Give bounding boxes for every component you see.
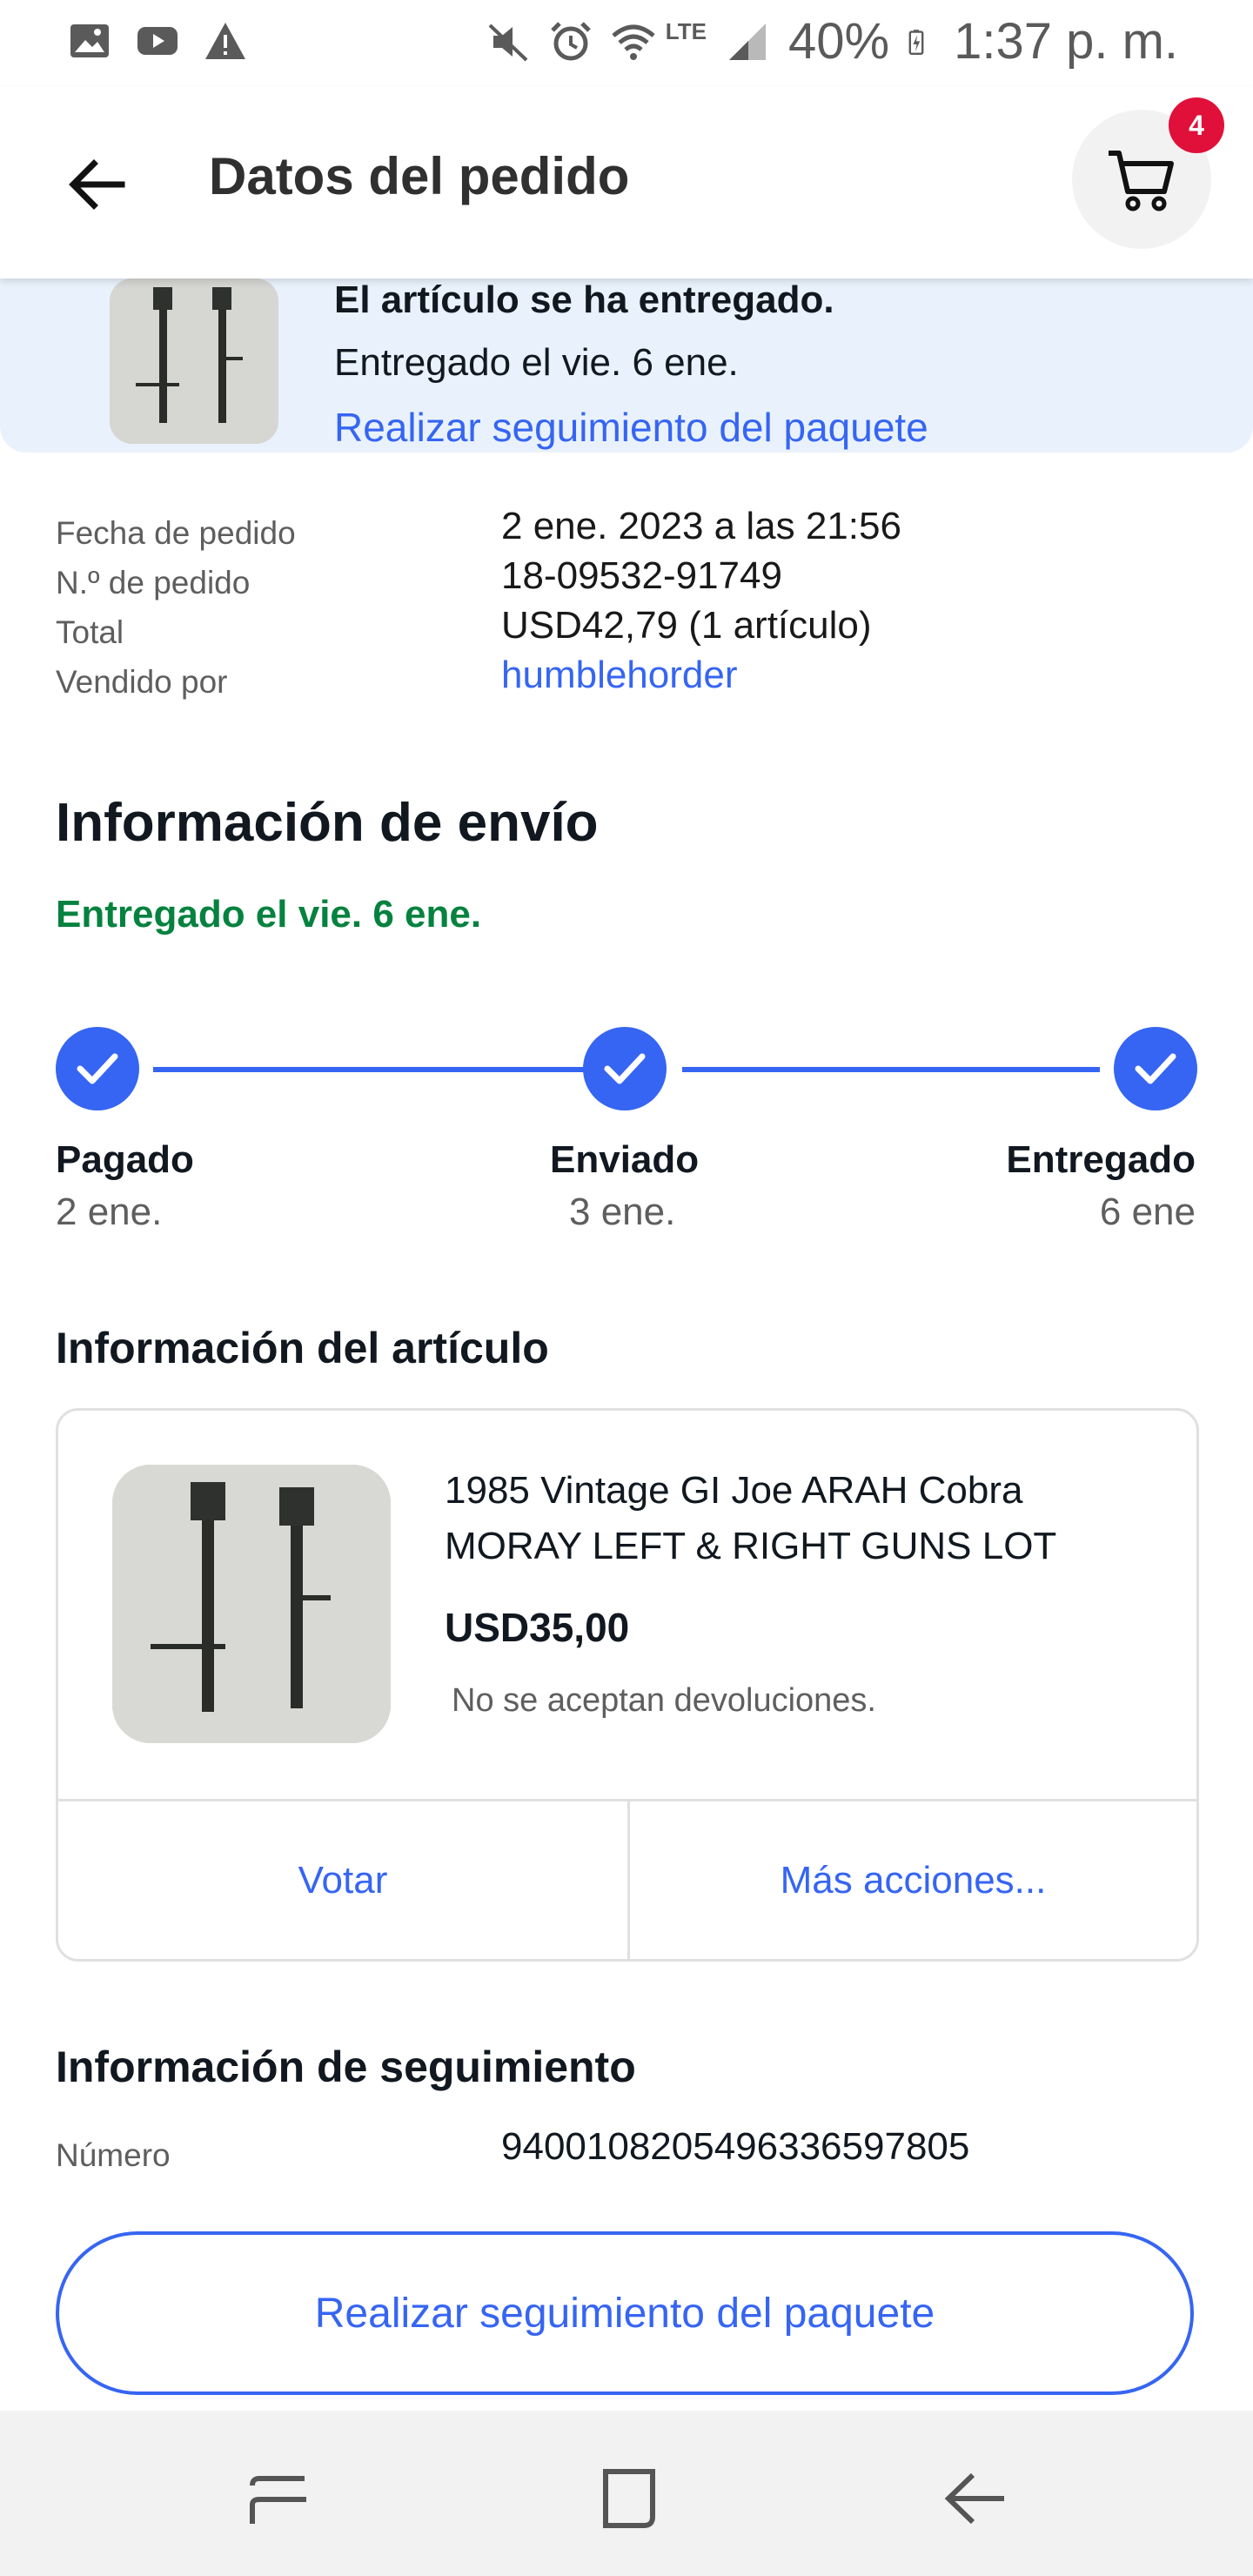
status-bar: LTE 40% 1:37 p. m. xyxy=(0,0,1253,87)
cart-icon xyxy=(1109,151,1174,211)
back-arrow-icon[interactable] xyxy=(61,148,134,221)
home-icon[interactable] xyxy=(590,2459,668,2538)
delivery-banner-title: El artículo se ha entregado. xyxy=(334,278,834,321)
delivery-banner-date: Entregado el vie. 6 ene. xyxy=(334,341,739,384)
more-actions-button[interactable]: Más acciones... xyxy=(630,1801,1196,1959)
signal-icon xyxy=(728,23,766,60)
seller-link[interactable]: humblehorder xyxy=(501,654,738,697)
tracking-number-value: 9400108205496336597805 xyxy=(501,2125,970,2168)
stage-check-icon xyxy=(583,1027,667,1110)
stage-paid-date: 2 ene. xyxy=(56,1191,163,1233)
item-info-heading: Información del artículo xyxy=(56,1324,549,1372)
progress-line xyxy=(153,1067,625,1072)
stage-check-icon xyxy=(1114,1027,1197,1110)
alarm-icon xyxy=(551,21,591,60)
recent-apps-icon[interactable] xyxy=(240,2459,318,2538)
battery-charging-icon xyxy=(908,29,924,55)
clock-time: 1:37 p. m. xyxy=(954,13,1178,70)
battery-percent: 40% xyxy=(787,13,890,70)
back-nav-icon[interactable] xyxy=(938,2459,1016,2538)
shipping-heading: Información de envío xyxy=(56,793,599,853)
return-policy: No se aceptan devoluciones. xyxy=(452,1682,876,1719)
youtube-icon xyxy=(137,27,178,55)
stage-check-icon xyxy=(56,1027,139,1110)
seller-label: Vendido por xyxy=(56,664,228,700)
page-title: Datos del pedido xyxy=(209,147,630,205)
progress-line xyxy=(682,1067,1100,1072)
system-nav-bar xyxy=(0,2411,1253,2576)
gallery-icon xyxy=(70,24,109,57)
seller-row: Vendido por humblehorder xyxy=(56,654,1204,703)
item-card: 1985 Vintage GI Joe ARAH Cobra MORAY LEF… xyxy=(56,1408,1199,1962)
mute-icon xyxy=(488,23,528,61)
item-image[interactable] xyxy=(112,1465,391,1743)
system-indicators: LTE 40% 1:37 p. m. xyxy=(486,12,1178,70)
item-price: USD35,00 xyxy=(445,1605,630,1650)
delivery-banner: El artículo se ha entregado. Entregado e… xyxy=(0,278,1253,453)
track-package-button[interactable]: Realizar seguimiento del paquete xyxy=(56,2231,1194,2395)
wifi-icon xyxy=(612,24,655,60)
tracking-heading: Información de seguimiento xyxy=(56,2043,636,2091)
guns-photo xyxy=(112,1465,391,1743)
stage-delivered-label: Entregado xyxy=(1006,1138,1196,1181)
stage-paid-label: Pagado xyxy=(56,1138,194,1181)
order-total-label: Total xyxy=(56,614,124,650)
guns-photo xyxy=(110,278,278,444)
warning-icon xyxy=(205,23,245,59)
track-package-link[interactable]: Realizar seguimiento del paquete xyxy=(334,404,928,451)
order-date-value: 2 ene. 2023 a las 21:56 xyxy=(501,505,901,547)
order-number-label: N.º de pedido xyxy=(56,565,251,600)
order-number-row: N.º de pedido 18-09532-91749 xyxy=(56,554,1204,604)
app-header: Datos del pedido xyxy=(0,87,1253,278)
order-total-row: Total USD42,79 (1 artículo) xyxy=(56,604,1204,654)
notification-icons xyxy=(68,19,247,63)
stage-shipped-label: Enviado xyxy=(550,1138,700,1181)
order-details: Fecha de pedido 2 ene. 2023 a las 21:56 … xyxy=(56,505,1204,703)
network-type: LTE xyxy=(665,18,707,44)
vote-button[interactable]: Votar xyxy=(58,1801,627,1959)
shipping-progress xyxy=(56,1027,1197,1114)
order-number-value: 18-09532-91749 xyxy=(501,554,782,597)
order-date-row: Fecha de pedido 2 ene. 2023 a las 21:56 xyxy=(56,505,1204,554)
shipping-status: Entregado el vie. 6 ene. xyxy=(56,893,482,936)
order-date-label: Fecha de pedido xyxy=(56,515,296,551)
item-title[interactable]: 1985 Vintage GI Joe ARAH Cobra MORAY LEF… xyxy=(445,1463,1158,1574)
stage-shipped-date: 3 ene. xyxy=(569,1191,676,1233)
cart-count-badge: 4 xyxy=(1169,97,1224,153)
item-thumbnail[interactable] xyxy=(110,278,278,444)
tracking-number-label: Número xyxy=(56,2137,171,2173)
stage-delivered-date: 6 ene xyxy=(1099,1191,1196,1233)
order-total-value: USD42,79 (1 artículo) xyxy=(501,604,872,647)
